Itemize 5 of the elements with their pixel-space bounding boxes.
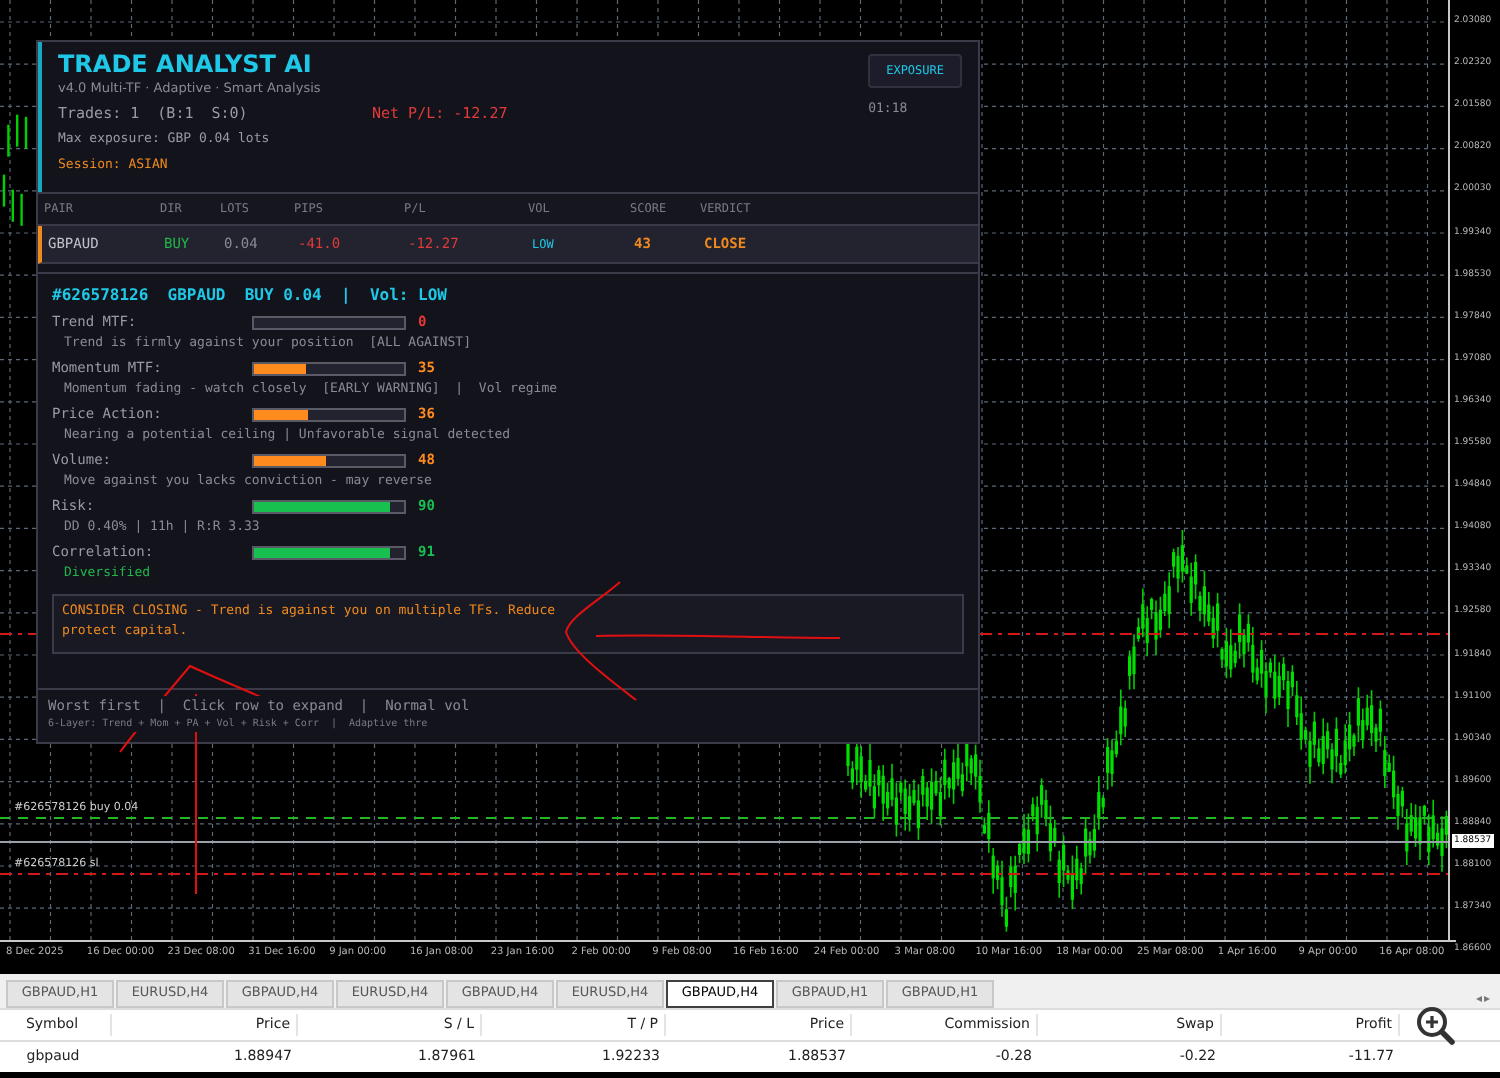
candle-series xyxy=(2,114,28,226)
hand-drawn-curve xyxy=(565,581,637,701)
panel-title: TRADE ANALYST AI xyxy=(58,50,314,78)
zoom-in-icon[interactable] xyxy=(1416,1006,1456,1046)
trade-detail-heading: #626578126 GBPAUD BUY 0.04 | Vol: LOW xyxy=(52,284,449,309)
